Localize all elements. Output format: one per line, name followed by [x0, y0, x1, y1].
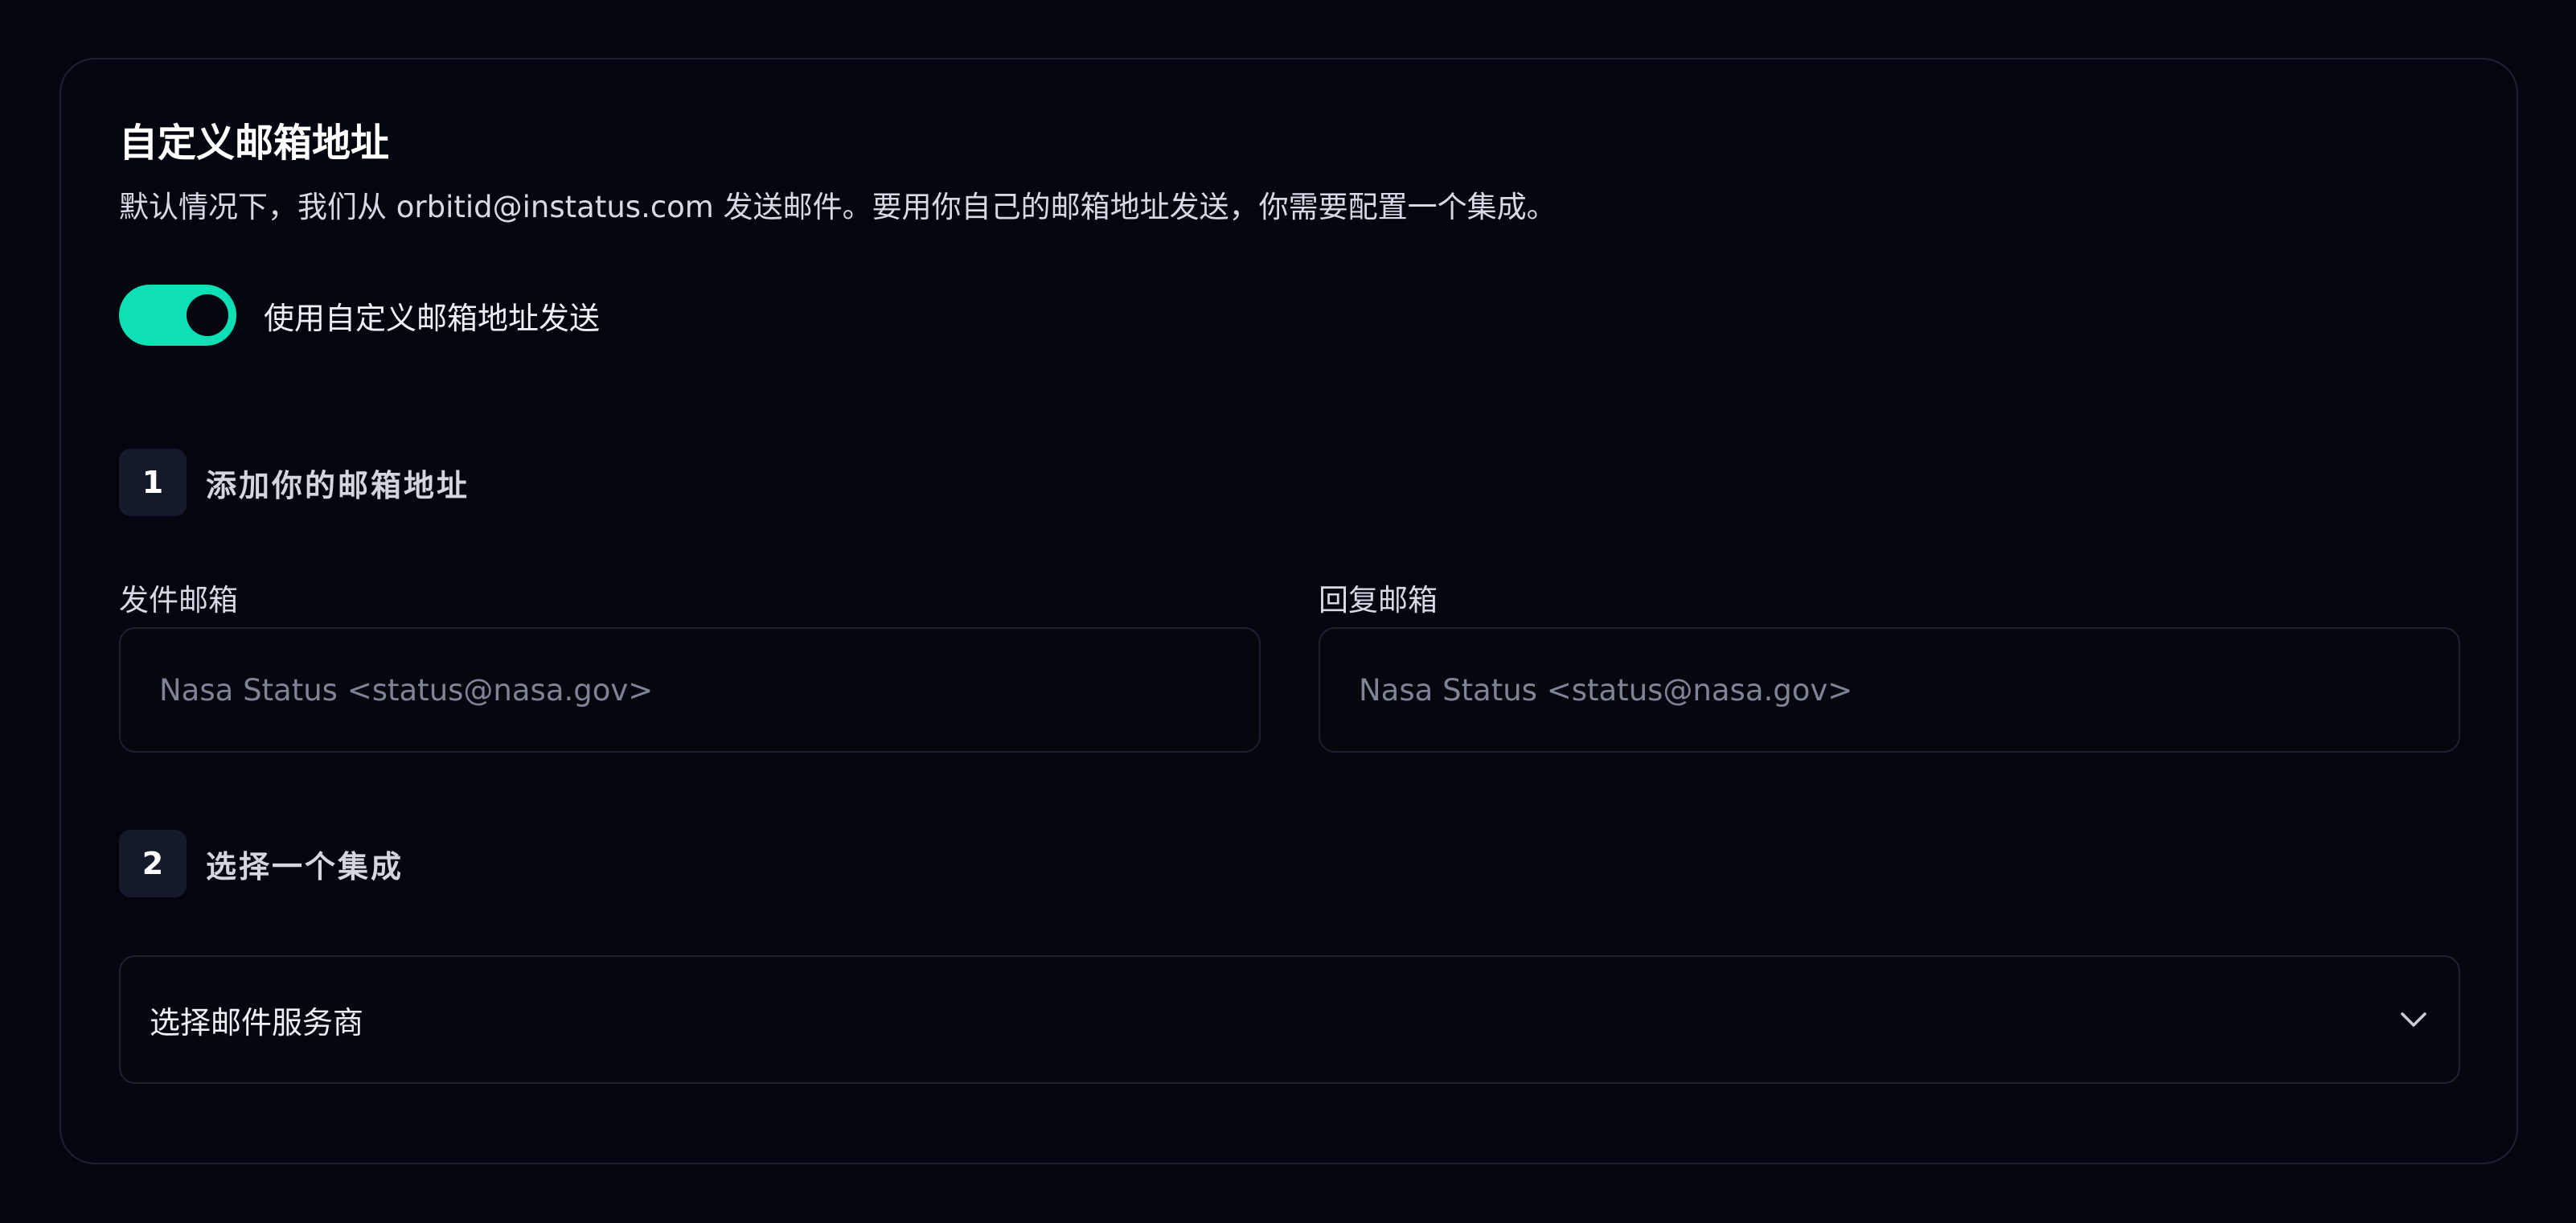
section-description: 默认情况下，我们从 orbitid@instatus.com 发送邮件。要用你自… [119, 190, 1557, 224]
custom-email-toggle[interactable] [119, 285, 236, 346]
email-provider-select[interactable]: 选择邮件服务商 [119, 955, 2460, 1084]
step-2-badge: 2 [119, 830, 187, 897]
section-title: 自定义邮箱地址 [119, 121, 390, 166]
step-1-header: 1 添加你的邮箱地址 [119, 449, 470, 516]
email-provider-select-value: 选择邮件服务商 [150, 1004, 364, 1040]
step-1-title: 添加你的邮箱地址 [206, 467, 470, 503]
custom-email-toggle-label: 使用自定义邮箱地址发送 [264, 300, 601, 336]
from-email-input[interactable] [119, 627, 1261, 753]
custom-email-card: 自定义邮箱地址 默认情况下，我们从 orbitid@instatus.com 发… [59, 58, 2518, 1164]
reply-email-label: 回复邮箱 [1319, 583, 1438, 618]
chevron-down-icon [2398, 1003, 2430, 1036]
step-1-badge: 1 [119, 449, 187, 516]
custom-email-toggle-row: 使用自定义邮箱地址发送 [119, 285, 600, 346]
toggle-knob [187, 294, 228, 336]
reply-email-input[interactable] [1319, 627, 2460, 753]
step-2-header: 2 选择一个集成 [119, 830, 404, 897]
step-2-title: 选择一个集成 [206, 848, 404, 884]
from-email-label: 发件邮箱 [119, 583, 238, 618]
